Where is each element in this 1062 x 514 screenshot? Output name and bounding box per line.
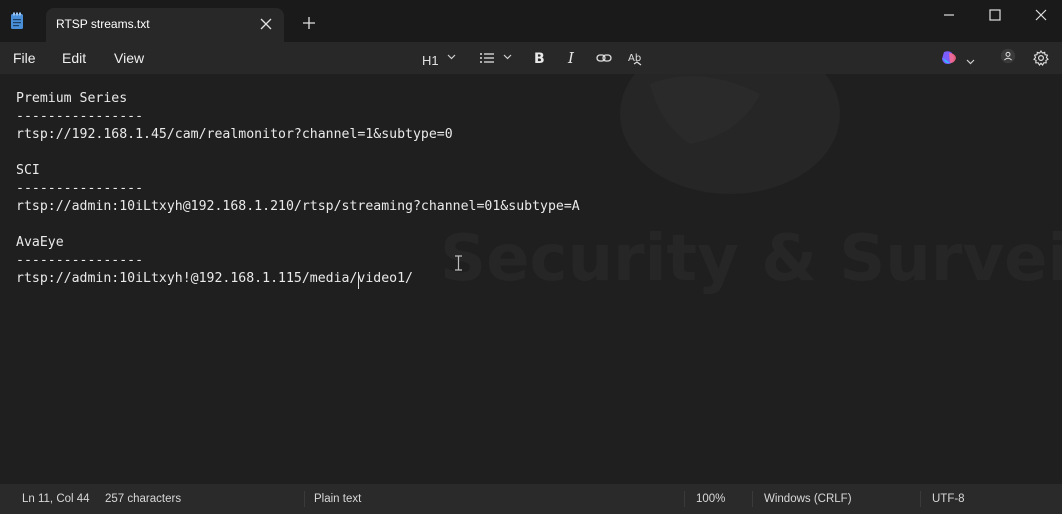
- menu-bar: File Edit View H1 B I Ab: [0, 42, 1062, 74]
- editor-line: ----------------: [16, 109, 144, 124]
- new-tab-icon[interactable]: [302, 16, 316, 30]
- status-bar: Ln 11, Col 44 257 characters Plain text …: [0, 484, 1062, 514]
- editor-line: SCI: [16, 163, 40, 178]
- svg-text:I: I: [567, 50, 575, 66]
- heading-dropdown[interactable]: H1: [422, 50, 460, 68]
- svg-text:Ab: Ab: [628, 53, 641, 64]
- cursor-position[interactable]: Ln 11, Col 44: [22, 493, 90, 505]
- title-bar: RTSP streams.txt: [0, 0, 1062, 42]
- close-tab-icon[interactable]: [260, 18, 272, 30]
- status-separator: [752, 491, 753, 507]
- menu-file[interactable]: File: [13, 50, 36, 66]
- italic-icon[interactable]: I: [566, 50, 580, 66]
- copilot-icon[interactable]: [940, 50, 958, 66]
- watermark-text: Security & Surveillance Syst: [440, 222, 1062, 296]
- editor-line: rtsp://admin:10iLtxyh@192.168.1.210/rtsp…: [16, 199, 580, 214]
- status-separator: [304, 491, 305, 507]
- editor-line: Premium Series: [16, 91, 128, 106]
- status-separator: [920, 491, 921, 507]
- ibeam-cursor-icon: [455, 255, 462, 271]
- line-ending[interactable]: Windows (CRLF): [764, 493, 852, 505]
- svg-text:B: B: [534, 51, 545, 66]
- chevron-down-icon[interactable]: [966, 54, 975, 70]
- link-icon[interactable]: [596, 50, 612, 66]
- bold-icon[interactable]: B: [533, 50, 547, 66]
- character-count: 257 characters: [105, 493, 182, 505]
- chevron-down-icon: [503, 54, 512, 60]
- heading-label: H1: [422, 53, 439, 68]
- text-format[interactable]: Plain text: [314, 493, 361, 505]
- menu-view[interactable]: View: [114, 50, 144, 66]
- document-tab[interactable]: RTSP streams.txt: [46, 8, 284, 42]
- status-separator: [684, 491, 685, 507]
- maximize-icon[interactable]: [988, 8, 1002, 22]
- editor-line: ----------------: [16, 253, 144, 268]
- close-window-icon[interactable]: [1034, 8, 1048, 22]
- zoom-level[interactable]: 100%: [696, 493, 725, 505]
- editor-line: ----------------: [16, 181, 144, 196]
- editor-line: rtsp://admin:10iLtxyh!@192.168.1.115/med…: [16, 271, 413, 286]
- tab-title: RTSP streams.txt: [56, 17, 150, 31]
- menu-edit[interactable]: Edit: [62, 50, 86, 66]
- text-editor[interactable]: Security & Surveillance Syst Premium Ser…: [0, 74, 1062, 484]
- encoding[interactable]: UTF-8: [932, 493, 965, 505]
- spellcheck-icon[interactable]: Ab: [628, 50, 644, 66]
- account-icon[interactable]: [998, 48, 1018, 64]
- notepad-app-icon: [11, 12, 23, 29]
- text-caret: [358, 272, 359, 289]
- editor-line: rtsp://192.168.1.45/cam/realmonitor?chan…: [16, 127, 453, 142]
- settings-icon[interactable]: [1033, 50, 1049, 66]
- editor-line: AvaEye: [16, 235, 64, 250]
- list-dropdown[interactable]: [479, 50, 515, 66]
- minimize-icon[interactable]: [942, 8, 956, 22]
- chevron-down-icon: [447, 54, 456, 60]
- list-icon: [480, 53, 494, 63]
